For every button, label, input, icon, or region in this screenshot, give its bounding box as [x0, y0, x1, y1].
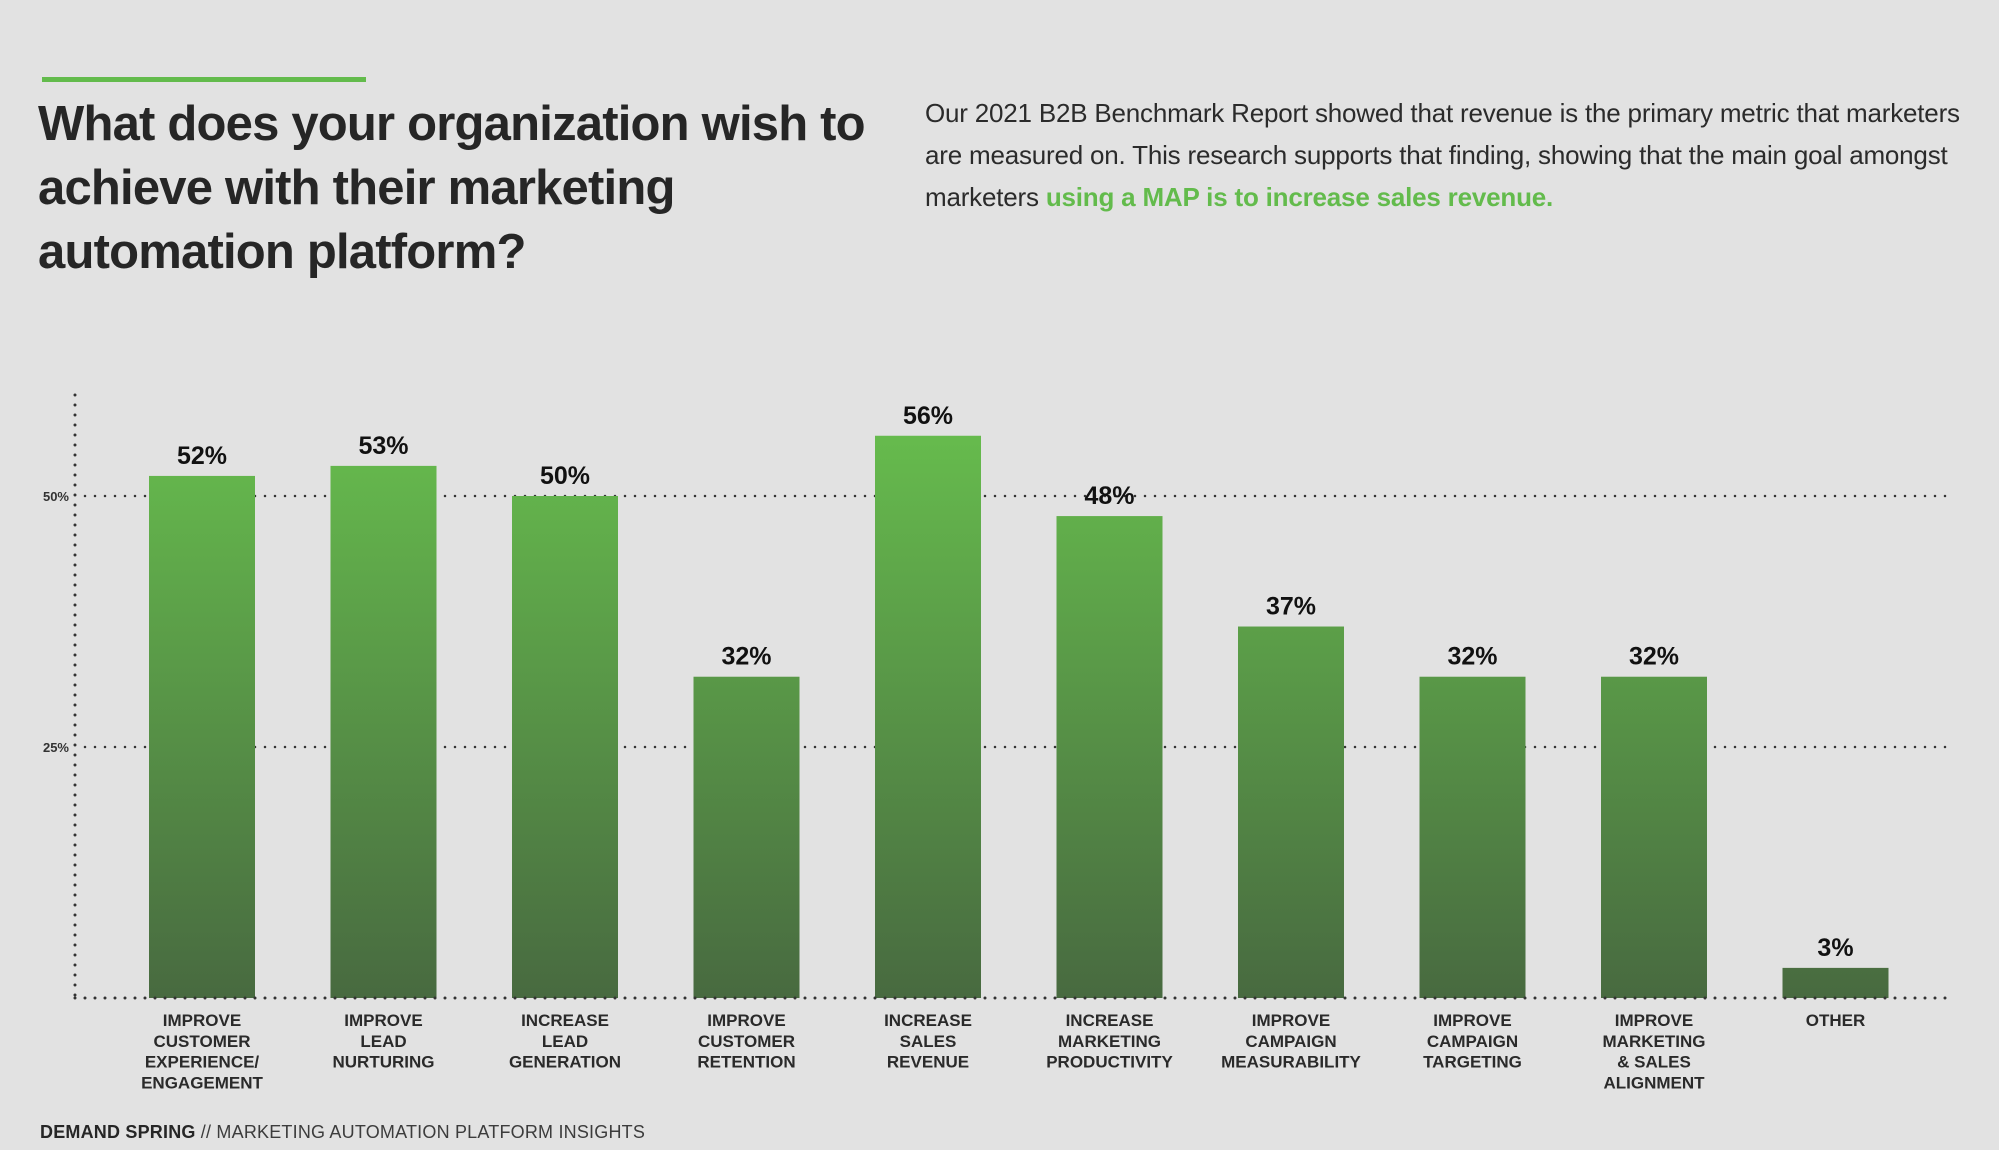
- x-category-label-line: MARKETING: [1058, 1032, 1161, 1051]
- bar-value-label: 53%: [358, 432, 408, 460]
- x-category-label: IMPROVE CUSTOMER RETENTION: [697, 1011, 795, 1072]
- bar-value-label: 52%: [177, 442, 227, 470]
- x-category-label: IMPROVE CAMPAIGN TARGETING: [1423, 1011, 1522, 1072]
- footer-subtitle: MARKETING AUTOMATION PLATFORM INSIGHTS: [216, 1122, 646, 1142]
- x-category-label-line: IMPROVE: [163, 1011, 241, 1030]
- x-category-label-line: EXPERIENCE/: [145, 1053, 260, 1072]
- x-category-label-line: INCREASE: [521, 1011, 609, 1030]
- x-category-label-line: ENGAGEMENT: [141, 1073, 263, 1092]
- x-category-label-line: MEASURABILITY: [1221, 1053, 1361, 1072]
- x-category-label-line: IMPROVE: [1433, 1011, 1511, 1030]
- x-category-label: INCREASE LEAD GENERATION: [509, 1011, 621, 1072]
- bar-value-label: 50%: [540, 462, 590, 490]
- footer-separator: //: [195, 1122, 217, 1142]
- bar: [512, 496, 618, 998]
- x-category-label-line: MARKETING: [1603, 1032, 1706, 1051]
- x-category-label-line: GENERATION: [509, 1053, 621, 1072]
- x-category-label: IMPROVE CUSTOMER EXPERIENCE/ENGAGEMENT: [141, 1011, 263, 1092]
- x-category-label-line: IMPROVE: [1252, 1011, 1330, 1030]
- bar: [1056, 516, 1163, 998]
- footer: DEMAND SPRING // MARKETING AUTOMATION PL…: [40, 1122, 645, 1143]
- bar-value-label: 48%: [1084, 482, 1134, 510]
- bar: [330, 465, 437, 998]
- bar: [1419, 676, 1526, 998]
- y-tick-label: 25%: [43, 740, 69, 755]
- bar: [875, 435, 981, 998]
- x-category-label-line: ALIGNMENT: [1603, 1073, 1705, 1092]
- x-category-label-line: IMPROVE: [344, 1011, 422, 1030]
- bar: [1601, 676, 1707, 998]
- x-category-label: INCREASE SALES REVENUE: [884, 1011, 972, 1072]
- bar-value-label: 32%: [721, 643, 771, 671]
- bar: [1238, 626, 1344, 998]
- bars: [149, 435, 1889, 998]
- x-category-label-line: INCREASE: [1066, 1011, 1154, 1030]
- x-category-label-line: OTHER: [1806, 1011, 1866, 1030]
- x-category-label-line: CAMPAIGN: [1427, 1032, 1518, 1051]
- x-category-label-line: IMPROVE: [1615, 1011, 1693, 1030]
- x-category-label-line: INCREASE: [884, 1011, 972, 1030]
- x-category-label-line: REVENUE: [887, 1053, 969, 1072]
- x-category-label-line: LEAD: [542, 1032, 588, 1051]
- bar-value-label: 3%: [1817, 934, 1853, 962]
- bar-chart: 25% 50% 52% IMPROVE CUSTOMER EXPERIENCE/ENGAG…: [43, 393, 1957, 1092]
- bar: [693, 676, 800, 998]
- y-tick-label: 50%: [43, 489, 69, 504]
- footer-brand: DEMAND SPRING: [40, 1122, 196, 1142]
- bar-value-label: 32%: [1629, 643, 1679, 671]
- x-category-label: IMPROVE MARKETING & SALES ALIGNMENT: [1603, 1011, 1706, 1092]
- bar: [149, 475, 255, 998]
- x-category-label-line: SALES: [900, 1032, 957, 1051]
- bar-value-label: 37%: [1266, 593, 1316, 621]
- x-category-label-line: CAMPAIGN: [1245, 1032, 1336, 1051]
- x-category-label-line: PRODUCTIVITY: [1046, 1053, 1173, 1072]
- x-category-label-line: CUSTOMER: [698, 1032, 795, 1051]
- x-category-label-line: NURTURING: [333, 1053, 435, 1072]
- bar: [1782, 967, 1889, 998]
- x-category-label: IMPROVE LEAD NURTURING: [333, 1011, 435, 1072]
- x-category-label-line: TARGETING: [1423, 1053, 1522, 1072]
- x-category-label-line: LEAD: [360, 1032, 406, 1051]
- bar-value-label: 32%: [1447, 643, 1497, 671]
- x-category-label-line: RETENTION: [697, 1053, 795, 1072]
- x-category-label-line: & SALES: [1617, 1053, 1691, 1072]
- x-category-label-line: IMPROVE: [707, 1011, 785, 1030]
- x-category-label: INCREASE MARKETING PRODUCTIVITY: [1046, 1011, 1173, 1072]
- x-category-label: IMPROVE CAMPAIGN MEASURABILITY: [1221, 1011, 1361, 1072]
- x-category-label: OTHER: [1806, 1011, 1866, 1030]
- bar-value-label: 56%: [903, 402, 953, 430]
- x-category-label-line: CUSTOMER: [154, 1032, 251, 1051]
